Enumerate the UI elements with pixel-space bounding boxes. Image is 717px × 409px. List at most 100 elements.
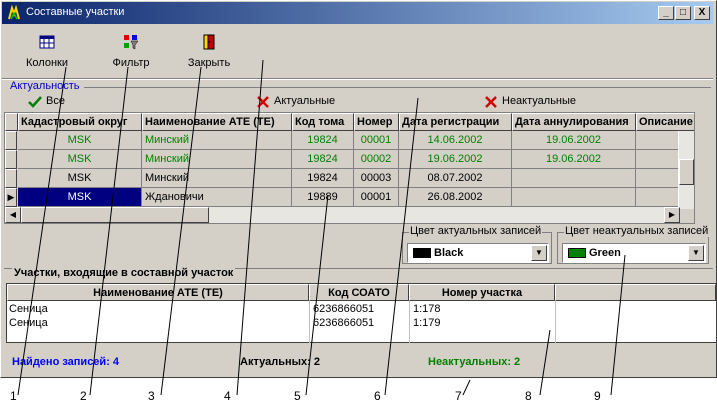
grid-cell[interactable]: 19824 [292, 169, 354, 188]
close-window-button[interactable]: X [694, 6, 710, 20]
row-indicator[interactable] [5, 169, 17, 188]
window-title: Составные участки [26, 6, 125, 18]
list-item[interactable]: Сеница 6236866051 1:179 [7, 316, 712, 331]
columns-icon [39, 35, 55, 49]
row-indicator[interactable] [5, 131, 17, 150]
maximize-button[interactable]: □ [675, 6, 691, 20]
actual-color-group: Цвет актуальных записей Black ▼ [402, 225, 552, 264]
callout-number: 1 [10, 389, 17, 403]
nonactual-color-legend: Цвет неактуальных записей [564, 225, 710, 237]
filter-button[interactable]: Фильтр [106, 30, 156, 74]
grid-cell[interactable]: 14.06.2002 [399, 131, 512, 150]
actuality-legend: Актуальность [8, 80, 82, 92]
list-cell: 6236866051 [313, 317, 375, 329]
x-mark-icon [485, 96, 497, 108]
callout-number: 7 [455, 389, 462, 403]
nonactual-color-group: Цвет неактуальных записей Green ▼ [557, 225, 710, 264]
scroll-left-button[interactable]: ◀ [5, 207, 21, 223]
grid-cell[interactable]: 19824 [292, 150, 354, 169]
grid-cell[interactable]: 19824 [292, 131, 354, 150]
grid-cell[interactable]: 00001 [354, 131, 399, 150]
grid-cell[interactable]: 19.06.2002 [512, 131, 636, 150]
row-indicator[interactable] [5, 150, 17, 169]
status-found: Найдено записей: 4 [12, 356, 120, 368]
row-indicator[interactable]: ▶ [5, 188, 17, 207]
list-cell: Сеница [9, 303, 48, 315]
grid-vscroll-thumb[interactable] [679, 159, 694, 185]
minimize-button[interactable]: _ [658, 6, 674, 20]
grid-cell[interactable]: MSK [18, 131, 142, 150]
filter-actual-label: Актуальные [274, 95, 336, 107]
callout-number: 6 [374, 389, 381, 403]
nonactual-color-select[interactable]: Green ▼ [562, 243, 706, 263]
indicator-header [5, 113, 18, 131]
filter-icon [124, 35, 139, 50]
grid-cell[interactable]: Минский [142, 169, 292, 188]
toolbar-divider [2, 78, 713, 80]
parcels-grid[interactable]: Кадастровый округ Наименование АТЕ (ТЕ) … [4, 112, 695, 224]
col-kod-toma[interactable]: Код тома [292, 113, 354, 131]
grid-cell[interactable] [512, 169, 636, 188]
grid-cell[interactable] [512, 188, 636, 207]
col-ann-date[interactable]: Дата аннулирования [512, 113, 636, 131]
toolbar: Колонки Фильтр Закрыть [2, 26, 713, 78]
grid-cell[interactable]: Минский [142, 131, 292, 150]
grid-cell[interactable]: MSK [18, 150, 142, 169]
close-label: Закрыть [187, 57, 231, 69]
grid-header: Кадастровый округ Наименование АТЕ (ТЕ) … [5, 113, 694, 131]
callout-number: 8 [525, 389, 532, 403]
list-cell: 1:179 [413, 317, 441, 329]
grid-vertical-scrollbar[interactable] [678, 131, 694, 209]
col-description[interactable]: Описание [636, 113, 694, 131]
actual-color-value: Black [434, 247, 464, 259]
grid-cell[interactable]: 00003 [354, 169, 399, 188]
list-cell: 6236866051 [313, 303, 375, 315]
list-col-soato[interactable]: Код СОАТО [309, 284, 409, 301]
grid-cell[interactable]: 19.06.2002 [399, 150, 512, 169]
list-item[interactable]: Сеница 6236866051 1:178 [7, 302, 712, 317]
title-bar[interactable]: Составные участки _ □ X [2, 2, 713, 24]
actual-color-swatch [413, 248, 431, 258]
col-reg-date[interactable]: Дата регистрации [399, 113, 512, 131]
grid-cell[interactable]: MSK [18, 169, 142, 188]
close-button[interactable]: Закрыть [184, 30, 234, 74]
grid-cell[interactable]: 19889 [292, 188, 354, 207]
actual-color-select[interactable]: Black ▼ [407, 243, 549, 263]
chevron-down-icon[interactable]: ▼ [531, 245, 547, 261]
grid-hscroll-thumb[interactable] [21, 207, 209, 223]
grid-cell[interactable]: MSK [18, 188, 142, 207]
nonactual-color-swatch [568, 248, 586, 258]
grid-cell[interactable]: Ждановичи [142, 188, 292, 207]
col-ate[interactable]: Наименование АТЕ (ТЕ) [142, 113, 292, 131]
columns-button[interactable]: Колонки [22, 30, 72, 74]
table-row[interactable]: MSK Минский 19824 00002 19.06.2002 19.06.2002 [5, 150, 694, 169]
col-okrug[interactable]: Кадастровый округ [18, 113, 142, 131]
callout-number: 3 [148, 389, 155, 403]
grid-cell[interactable]: 26.08.2002 [399, 188, 512, 207]
status-nonactual: Неактуальных: 2 [428, 356, 521, 368]
callout-number: 2 [80, 389, 87, 403]
x-mark-icon [257, 96, 269, 108]
table-row[interactable]: MSK Минский 19824 00003 08.07.2002 [5, 169, 694, 188]
chevron-down-icon[interactable]: ▼ [688, 245, 704, 261]
grid-cell[interactable]: 00002 [354, 150, 399, 169]
list-cell: 1:178 [413, 303, 441, 315]
grid-cell[interactable]: 08.07.2002 [399, 169, 512, 188]
filter-nonactual-label: Неактуальные [502, 95, 577, 107]
actuality-divider [84, 87, 711, 88]
parcels-section-title: Участки, входящие в составной участок [12, 267, 236, 279]
table-row[interactable]: ▶ MSK Ждановичи 19889 00001 26.08.2002 [5, 188, 694, 207]
parcels-list[interactable]: Наименование АТЕ (ТЕ) Код СОАТО Номер уч… [6, 283, 717, 343]
grid-horizontal-scrollbar[interactable]: ◀ ▶ [5, 207, 680, 223]
grid-cell[interactable]: Минский [142, 150, 292, 169]
grid-cell[interactable]: 00001 [354, 188, 399, 207]
table-row[interactable]: MSK Минский 19824 00001 14.06.2002 19.06.2002 [5, 131, 694, 150]
list-col-ate[interactable]: Наименование АТЕ (ТЕ) [7, 284, 309, 301]
actual-color-legend: Цвет актуальных записей [409, 225, 543, 237]
col-nomer[interactable]: Номер [354, 113, 399, 131]
scroll-right-button[interactable]: ▶ [664, 207, 680, 223]
list-col-parcel-num[interactable]: Номер участка [409, 284, 555, 301]
filter-all-label: Все [46, 95, 65, 107]
grid-cell[interactable]: 19.06.2002 [512, 150, 636, 169]
list-col-empty [555, 284, 716, 301]
